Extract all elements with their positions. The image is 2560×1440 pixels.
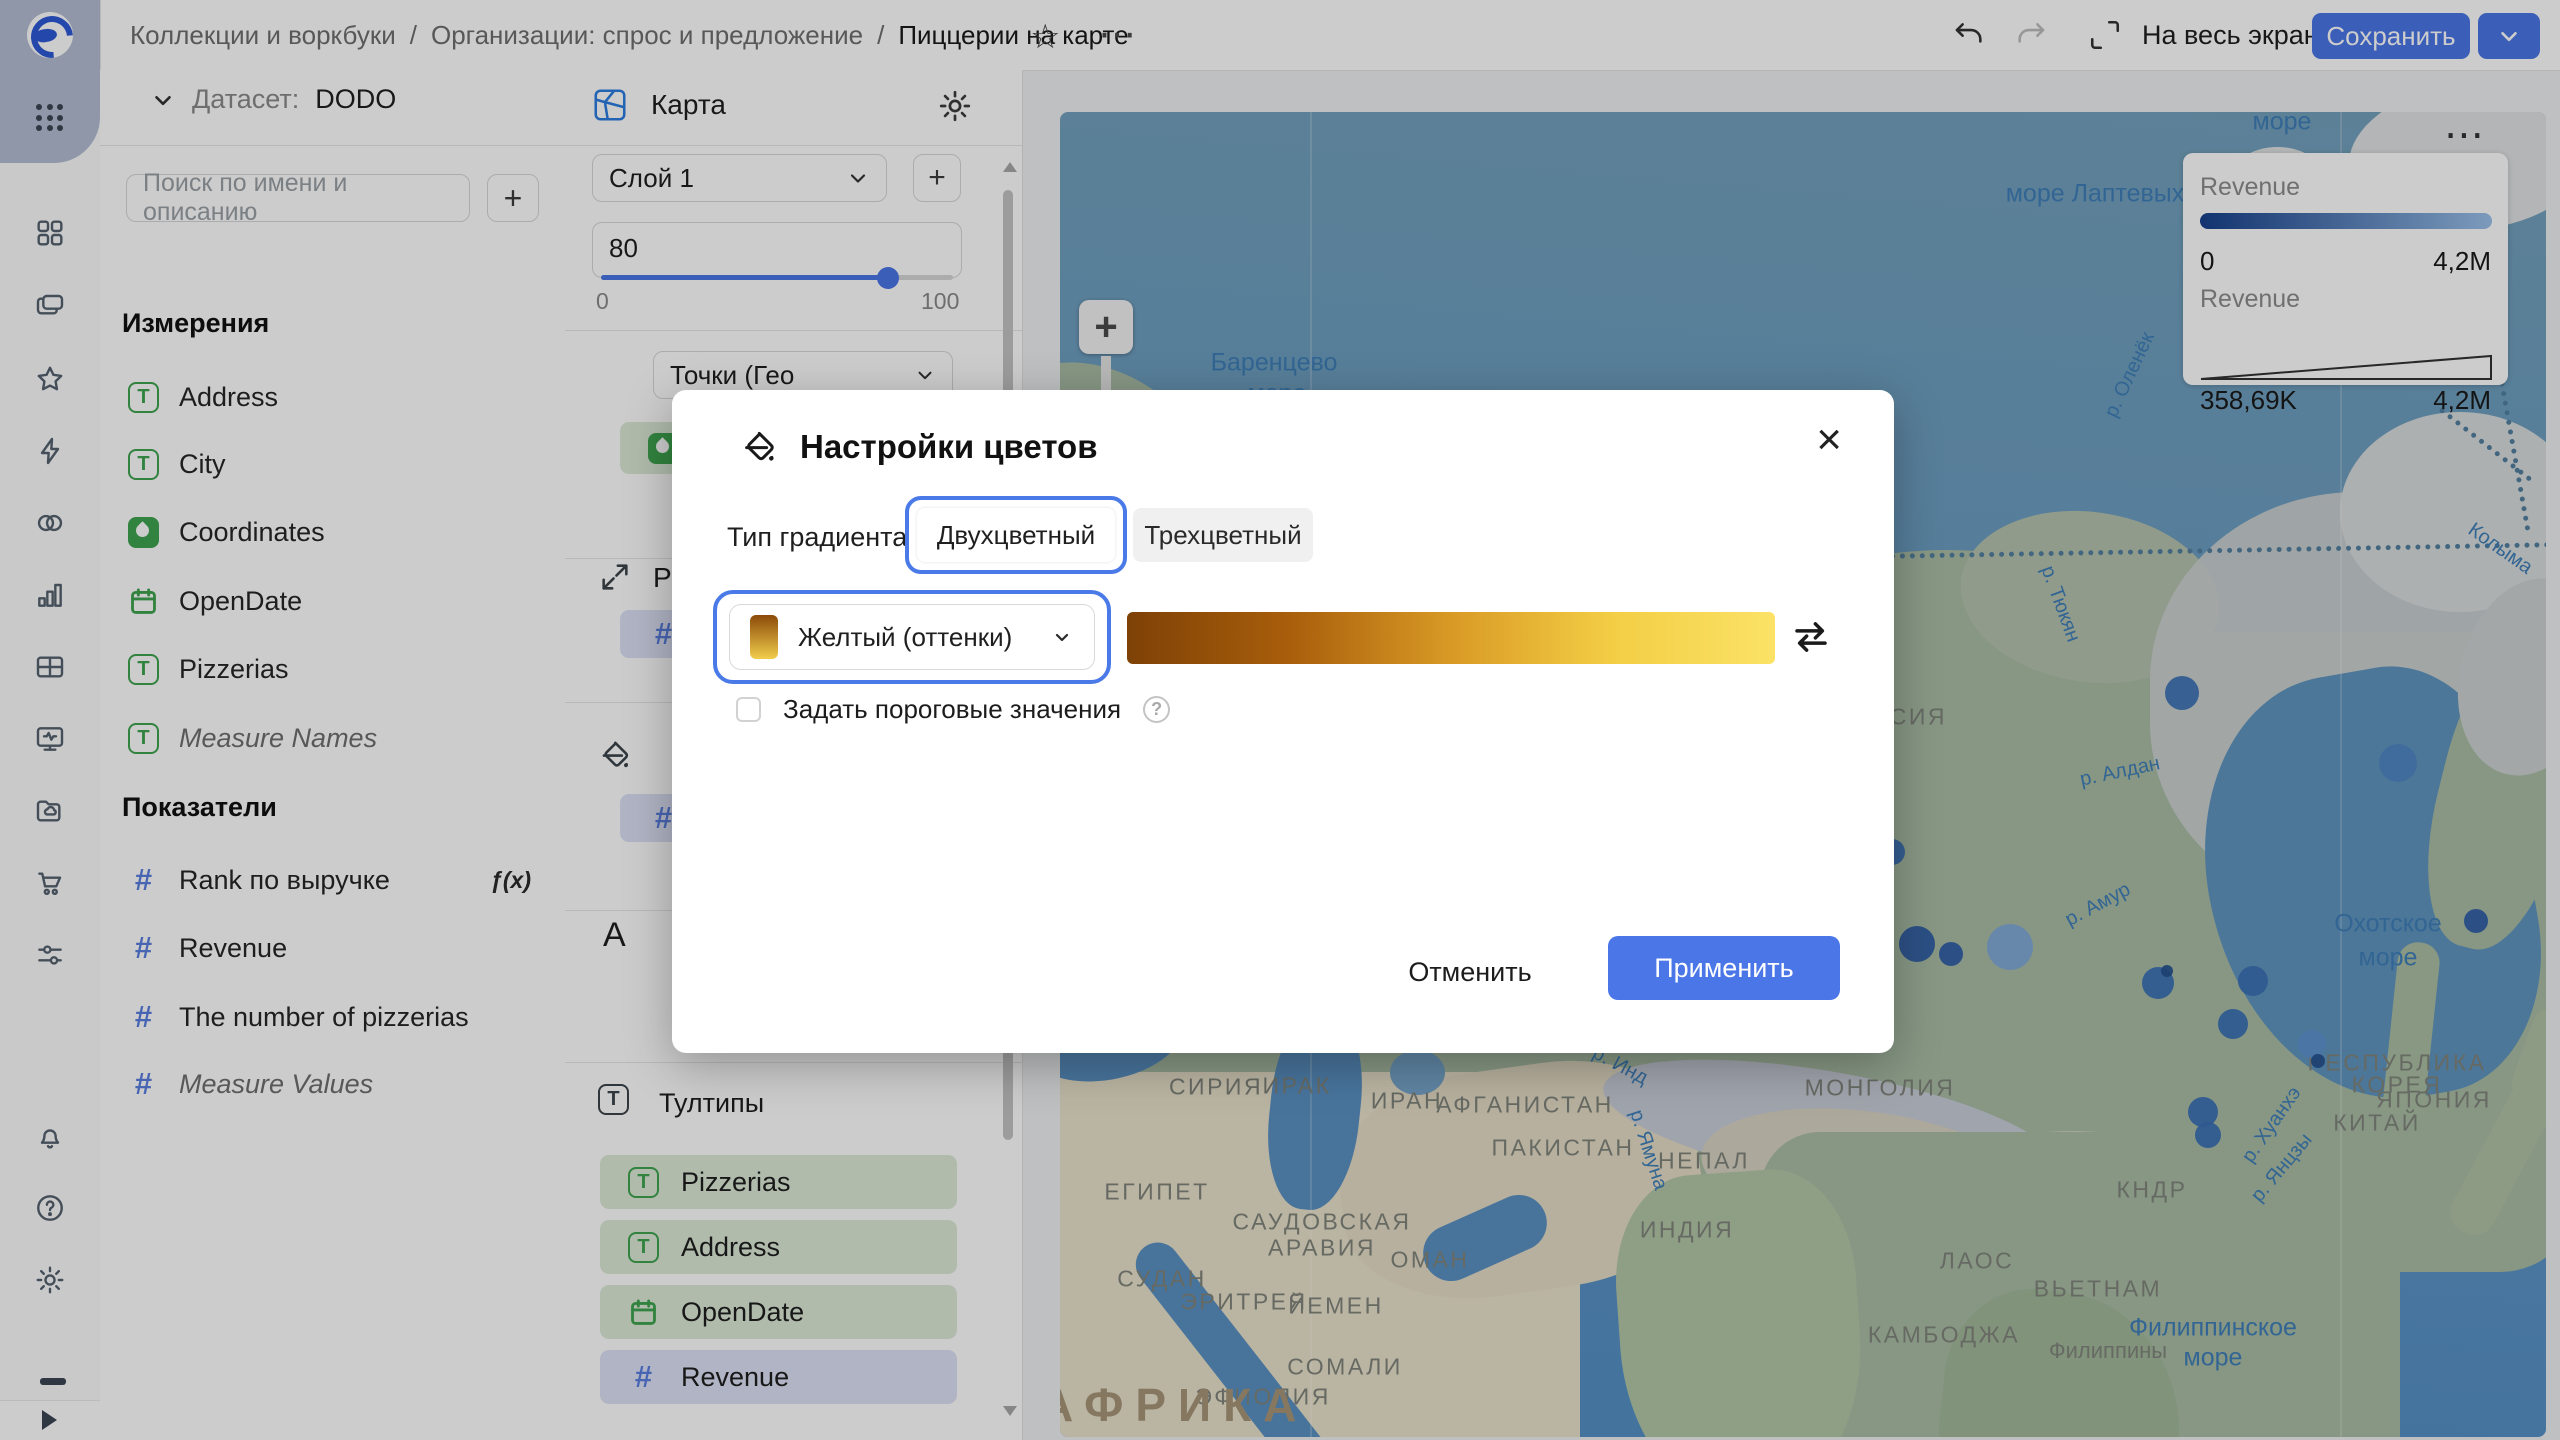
palette-swatch bbox=[750, 615, 778, 659]
cancel-button[interactable]: Отменить bbox=[1400, 950, 1540, 994]
help-circle-icon[interactable]: ? bbox=[1143, 696, 1171, 723]
palette-select[interactable]: Желтый (оттенки) bbox=[729, 604, 1095, 670]
color-settings-modal: Настройки цветов × Тип градиента Двухцве… bbox=[672, 390, 1894, 1053]
gradient-type-label: Тип градиента bbox=[727, 522, 908, 552]
threshold-checkbox[interactable] bbox=[736, 697, 761, 722]
threshold-row: Задать пороговые значения ? bbox=[736, 694, 1171, 725]
threshold-label: Задать пороговые значения bbox=[783, 694, 1122, 724]
tab-three-color[interactable]: Трехцветный bbox=[1133, 508, 1313, 562]
datalens-app: Коллекции и воркбуки / Организации: спро… bbox=[0, 0, 2560, 1440]
close-icon[interactable]: × bbox=[1816, 418, 1842, 462]
modal-title: Настройки цветов bbox=[800, 428, 1098, 465]
palette-value: Желтый (оттенки) bbox=[798, 621, 1013, 652]
swap-colors-icon[interactable] bbox=[1790, 616, 1832, 658]
chevron-down-icon bbox=[1055, 633, 1069, 642]
apply-button[interactable]: Применить bbox=[1608, 936, 1840, 1000]
paint-bucket-icon bbox=[745, 431, 774, 461]
tab-two-color[interactable]: Двухцветный bbox=[917, 508, 1115, 562]
gradient-preview-bar bbox=[1127, 612, 1775, 664]
